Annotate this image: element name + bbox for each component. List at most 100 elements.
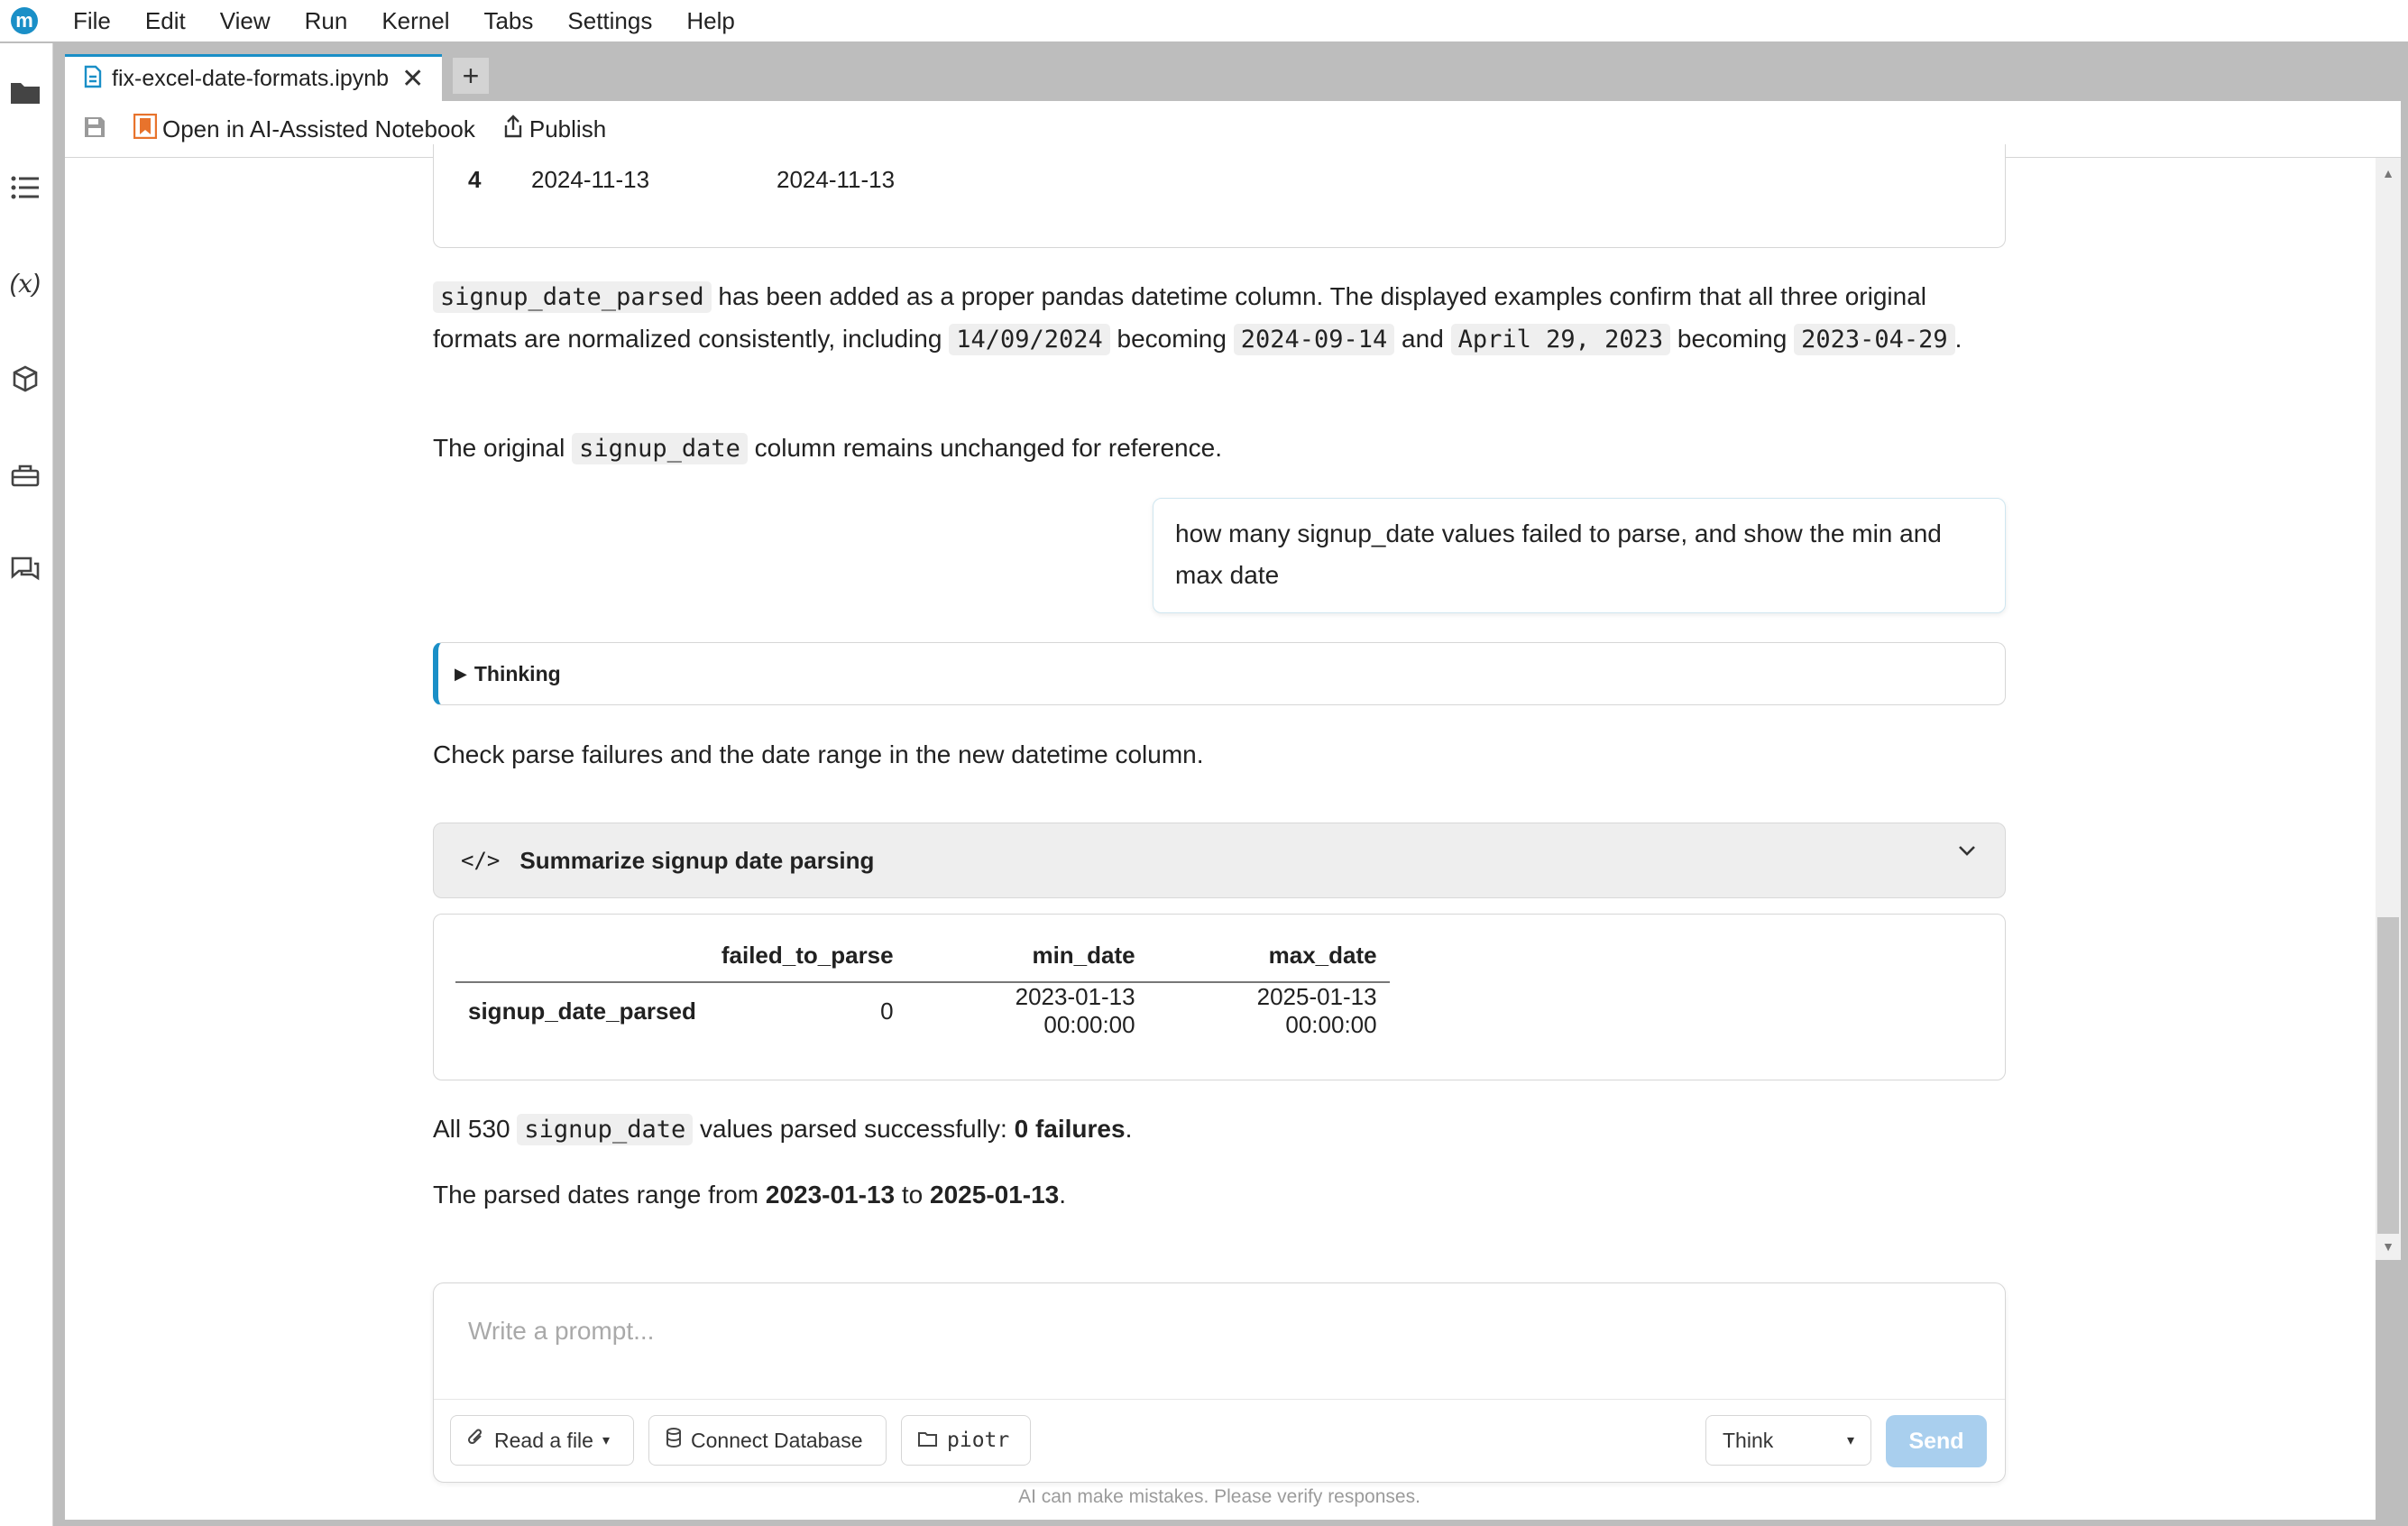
menubar: m File Edit View Run Kernel Tabs Setting… bbox=[0, 0, 2408, 41]
save-icon[interactable] bbox=[83, 115, 106, 143]
prompt-input[interactable] bbox=[466, 1310, 1967, 1352]
table-cell: 2025-01-13 00:00:00 bbox=[1256, 983, 1377, 1038]
connect-database-button[interactable]: Connect Database bbox=[648, 1415, 887, 1466]
inline-code: signup_date bbox=[572, 433, 748, 464]
open-ai-notebook-button[interactable]: Open in AI-Assisted Notebook bbox=[133, 113, 475, 145]
message-text: to bbox=[895, 1181, 931, 1209]
table-header: max_date bbox=[1268, 941, 1377, 969]
packages-icon[interactable] bbox=[7, 361, 43, 397]
inline-code: 2023-04-29 bbox=[1794, 324, 1955, 355]
menu-file[interactable]: File bbox=[56, 0, 128, 41]
table-cell: 2024-11-13 bbox=[777, 166, 896, 193]
inline-code: 14/09/2024 bbox=[949, 324, 1110, 355]
bold-text: 2023-01-13 bbox=[765, 1181, 896, 1209]
menu-kernel[interactable]: Kernel bbox=[364, 0, 466, 41]
read-file-label: Read a file bbox=[494, 1428, 593, 1452]
divider bbox=[434, 1399, 2005, 1400]
thinking-toggle[interactable]: ▶ Thinking bbox=[433, 642, 2006, 705]
menu-help[interactable]: Help bbox=[669, 0, 751, 41]
notebook-file-icon bbox=[83, 65, 103, 93]
message-text: becoming bbox=[1670, 325, 1795, 353]
menu-settings[interactable]: Settings bbox=[550, 0, 669, 41]
message-text: values parsed successfully: bbox=[693, 1115, 1015, 1143]
menu-edit[interactable]: Edit bbox=[128, 0, 203, 41]
assistant-message: Check parse failures and the date range … bbox=[433, 740, 1204, 768]
add-tab-button[interactable]: + bbox=[453, 58, 489, 94]
caret-down-icon: ▾ bbox=[1846, 1433, 1854, 1448]
folder-icon[interactable] bbox=[7, 74, 43, 110]
scroll-up-icon[interactable]: ▲ bbox=[2376, 162, 2401, 184]
inline-code: signup_date_parsed bbox=[433, 281, 712, 313]
menu-run[interactable]: Run bbox=[288, 0, 365, 41]
app-logo-icon: m bbox=[11, 7, 38, 34]
assistant-message: All 530 signup_date values parsed succes… bbox=[433, 1108, 2006, 1151]
message-text: . bbox=[1125, 1115, 1133, 1143]
message-text: . bbox=[1059, 1181, 1067, 1209]
folder-label: piotr bbox=[947, 1429, 1010, 1452]
assistant-message: The parsed dates range from 2023-01-13 t… bbox=[433, 1174, 2006, 1216]
assistant-message: The original signup_date column remains … bbox=[433, 427, 2006, 470]
caret-down-icon: ▾ bbox=[602, 1433, 610, 1448]
sidebar-gutter bbox=[53, 43, 65, 1526]
folder-open-icon bbox=[918, 1429, 938, 1453]
left-sidebar: (x) bbox=[0, 43, 53, 1526]
table-header-index bbox=[455, 929, 709, 982]
code-icon: </> bbox=[461, 848, 501, 873]
bookmark-icon bbox=[133, 113, 158, 145]
folder-button[interactable]: piotr bbox=[901, 1415, 1031, 1466]
menu-view[interactable]: View bbox=[203, 0, 288, 41]
table-header-row: failed_to_parse min_date max_date bbox=[455, 929, 1390, 982]
previous-output-table: 4 2024-11-13 2024-11-13 bbox=[433, 144, 2006, 248]
code-cell-header[interactable]: </> Summarize signup date parsing bbox=[433, 823, 2006, 898]
dataframe-table: failed_to_parse min_date max_date signup… bbox=[455, 929, 1390, 1039]
table-cell: 2023-01-13 00:00:00 bbox=[1015, 983, 1135, 1038]
table-header: failed_to_parse bbox=[721, 941, 894, 969]
mode-select[interactable]: Think ▾ bbox=[1705, 1415, 1871, 1466]
table-row-index: 4 bbox=[468, 166, 482, 193]
toolbox-icon[interactable] bbox=[7, 456, 43, 492]
code-cell-title: Summarize signup date parsing bbox=[519, 846, 875, 874]
user-message: how many signup_date values failed to pa… bbox=[1153, 498, 2006, 613]
tab-label: fix-excel-date-formats.ipynb bbox=[112, 66, 390, 91]
inline-code: signup_date bbox=[517, 1114, 694, 1145]
thinking-label: Thinking bbox=[473, 661, 561, 685]
connect-database-label: Connect Database bbox=[691, 1428, 863, 1452]
message-text: and bbox=[1394, 325, 1451, 353]
table-cell: 0 bbox=[880, 997, 894, 1025]
disclaimer-text: AI can make mistakes. Please verify resp… bbox=[1018, 1486, 1420, 1507]
menu-tabs[interactable]: Tabs bbox=[466, 0, 550, 41]
scrollbar-thumb[interactable] bbox=[2377, 917, 2399, 1234]
database-icon bbox=[666, 1428, 682, 1453]
message-text: The original bbox=[433, 434, 573, 462]
chevron-down-icon[interactable] bbox=[1956, 840, 1978, 868]
send-button[interactable]: Send bbox=[1886, 1415, 1987, 1467]
tab-notebook[interactable]: fix-excel-date-formats.ipynb ✕ bbox=[65, 54, 442, 101]
table-of-contents-icon[interactable] bbox=[7, 170, 43, 206]
message-text: All 530 bbox=[433, 1115, 518, 1143]
share-icon bbox=[502, 114, 524, 145]
message-text: . bbox=[1954, 325, 1962, 353]
publish-label: Publish bbox=[528, 115, 607, 142]
expand-arrow-icon: ▶ bbox=[455, 664, 467, 683]
message-text: becoming bbox=[1109, 325, 1234, 353]
tab-bar: fix-excel-date-formats.ipynb ✕ + bbox=[65, 43, 2408, 101]
scroll-down-icon[interactable]: ▼ bbox=[2376, 1236, 2401, 1257]
inline-code: 2024-09-14 bbox=[1233, 324, 1395, 355]
read-file-button[interactable]: Read a file ▾ bbox=[450, 1415, 634, 1466]
close-tab-icon[interactable]: ✕ bbox=[401, 65, 424, 93]
table-header: min_date bbox=[1032, 941, 1135, 969]
table-row: signup_date_parsed 0 2023-01-13 00:00:00… bbox=[455, 982, 1390, 1039]
mode-value: Think bbox=[1723, 1428, 1774, 1452]
message-text: The parsed dates range from bbox=[433, 1181, 766, 1209]
bold-text: 0 failures bbox=[1014, 1115, 1126, 1143]
output-dataframe: failed_to_parse min_date max_date signup… bbox=[433, 914, 2006, 1080]
chat-icon[interactable] bbox=[7, 552, 43, 588]
table-row-index: signup_date_parsed bbox=[468, 997, 696, 1025]
prompt-composer: Read a file ▾ Connect Database piotr Thi… bbox=[433, 1282, 2006, 1483]
variables-icon[interactable]: (x) bbox=[7, 265, 43, 301]
bold-text: 2025-01-13 bbox=[930, 1181, 1060, 1209]
inline-code: April 29, 2023 bbox=[1450, 324, 1671, 355]
assistant-message: signup_date_parsed has been added as a p… bbox=[433, 276, 2006, 361]
publish-button[interactable]: Publish bbox=[502, 114, 606, 145]
paperclip-icon bbox=[467, 1428, 485, 1453]
